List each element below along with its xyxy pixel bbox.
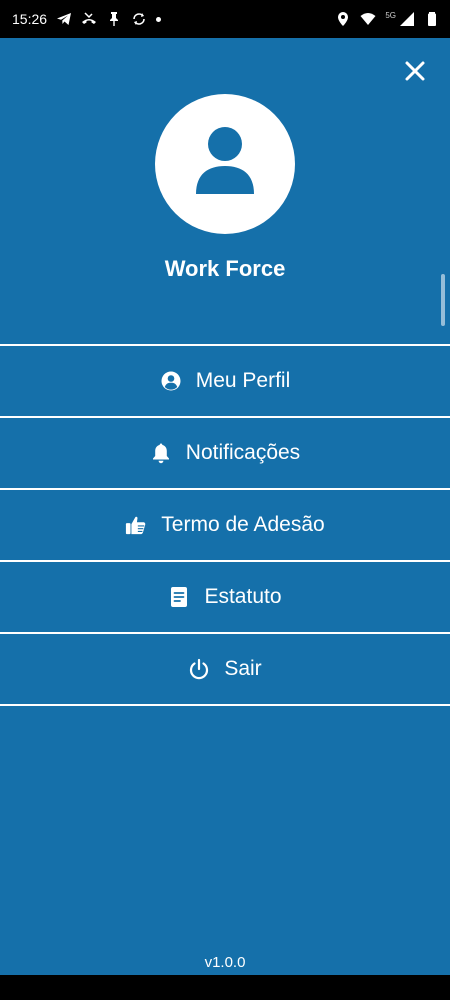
sync-icon bbox=[131, 11, 147, 27]
thumbs-up-icon bbox=[125, 514, 147, 536]
power-icon bbox=[188, 658, 210, 680]
menu-item-label: Sair bbox=[224, 657, 262, 680]
scrollbar[interactable] bbox=[441, 274, 445, 326]
status-bar-left: 15:26 bbox=[12, 11, 162, 27]
status-bar-right: 5G bbox=[335, 11, 440, 27]
menu-item-label: Meu Perfil bbox=[195, 369, 291, 392]
drawer-menu: Meu Perfil Notificações Termo de Adesão bbox=[0, 344, 450, 706]
menu-item-meu-perfil[interactable]: Meu Perfil bbox=[0, 346, 450, 418]
close-button[interactable] bbox=[400, 56, 430, 86]
menu-item-label: Estatuto bbox=[204, 585, 282, 608]
menu-item-sair[interactable]: Sair bbox=[0, 634, 450, 706]
avatar[interactable] bbox=[155, 94, 295, 234]
status-bar: 15:26 5G bbox=[0, 0, 450, 38]
menu-item-label: Termo de Adesão bbox=[161, 513, 325, 536]
battery-icon bbox=[424, 11, 440, 27]
location-icon bbox=[335, 11, 351, 27]
notification-dot-icon bbox=[156, 16, 162, 22]
menu-item-termo-de-adesao[interactable]: Termo de Adesão bbox=[0, 490, 450, 562]
status-time: 15:26 bbox=[12, 11, 48, 27]
navigation-drawer: Work Force Meu Perfil Notificações Termo… bbox=[0, 38, 450, 975]
network-type-label: 5G bbox=[385, 10, 396, 20]
menu-item-label: Notificações bbox=[185, 441, 301, 464]
bell-icon bbox=[150, 442, 172, 464]
app-version: v1.0.0 bbox=[204, 954, 246, 971]
menu-item-estatuto[interactable]: Estatuto bbox=[0, 562, 450, 634]
close-icon bbox=[405, 61, 425, 81]
user-name: Work Force bbox=[164, 256, 286, 281]
telegram-icon bbox=[56, 11, 72, 27]
account-circle-icon bbox=[160, 370, 182, 392]
wifi-icon bbox=[360, 11, 376, 27]
missed-call-icon bbox=[81, 11, 97, 27]
pin-icon bbox=[106, 11, 122, 27]
person-icon bbox=[196, 127, 254, 194]
document-icon bbox=[168, 586, 190, 608]
system-navigation-bar bbox=[0, 975, 450, 1000]
cellular-signal-icon bbox=[399, 11, 415, 27]
menu-item-notificacoes[interactable]: Notificações bbox=[0, 418, 450, 490]
